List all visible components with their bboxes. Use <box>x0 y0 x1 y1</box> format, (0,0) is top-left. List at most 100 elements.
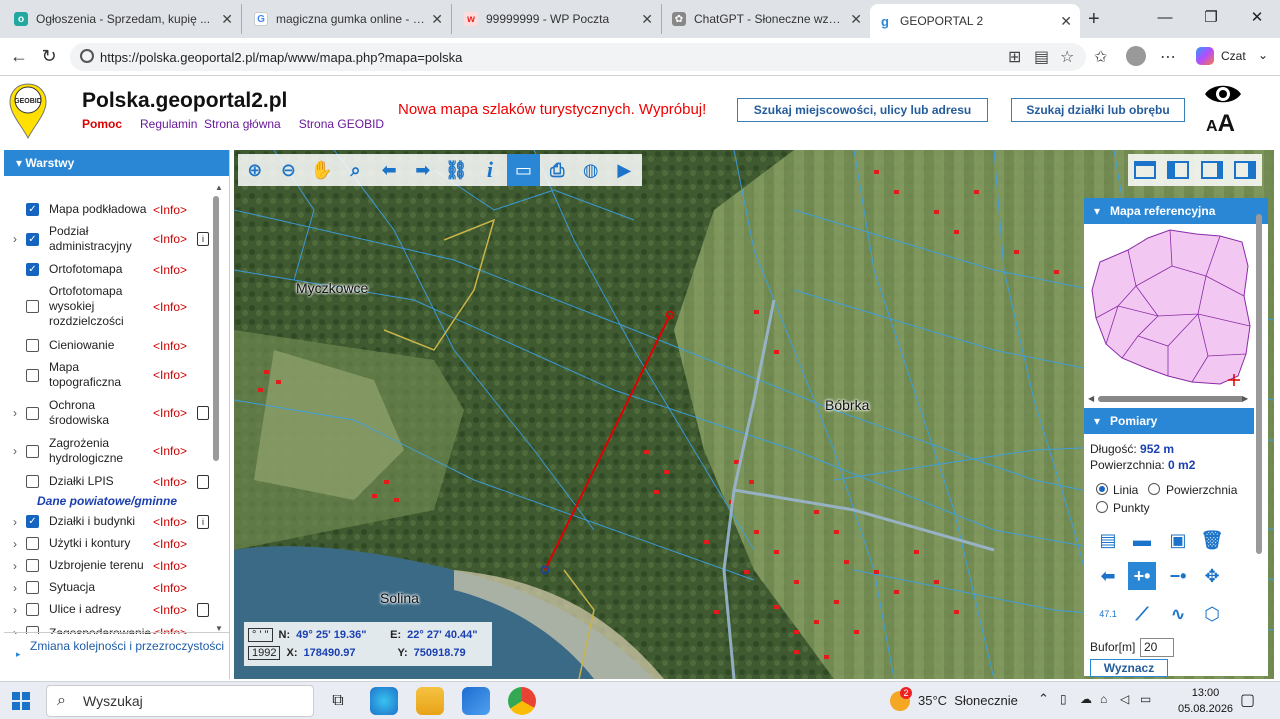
add-point-icon[interactable]: +• <box>1128 562 1156 590</box>
link-icon[interactable]: ⛓ <box>440 154 474 186</box>
layer-info-link[interactable]: <Info> <box>153 203 195 217</box>
app-icon[interactable]: ⊞ <box>1008 47 1021 67</box>
layers-panel-header[interactable]: ▾ Warstwy <box>4 150 229 176</box>
copilot-label[interactable]: Czat <box>1221 49 1246 63</box>
mode-area-radio[interactable] <box>1148 483 1160 495</box>
layer-info-link[interactable]: <Info> <box>153 475 195 489</box>
layout-split-icon[interactable] <box>1162 154 1196 186</box>
tray-chevron-icon[interactable]: ⌃ <box>1038 691 1049 707</box>
layer-checkbox[interactable]: ✓ <box>26 232 39 246</box>
video-camera-icon[interactable]: ▶ <box>608 154 642 186</box>
layer-row[interactable]: › Ulice i adresy <Info> <box>4 602 216 617</box>
url-field[interactable]: https://polska.geoportal2.pl/map/www/map… <box>70 43 1086 71</box>
mode-area-label[interactable]: Powierzchnia <box>1166 483 1237 497</box>
font-size-toggle[interactable]: AA <box>1206 110 1235 138</box>
layer-row[interactable]: › Sytuacja <Info> <box>4 580 216 595</box>
tray-cloud-icon[interactable]: ☁ <box>1080 692 1092 706</box>
layer-row[interactable]: › Użytki i kontury <Info> <box>4 536 216 551</box>
order-transparency-link[interactable]: ▸ Zmiana kolejności i przezroczystości <box>4 632 229 678</box>
refmap-header[interactable]: Mapa referencyjna <box>1084 198 1268 224</box>
task-view-icon[interactable]: ⧉ <box>324 687 352 715</box>
open-folder-icon[interactable]: ▬ <box>1128 526 1156 554</box>
chevron-down-icon[interactable]: ⌄ <box>1258 48 1268 62</box>
profile-wave-icon[interactable]: ∿ <box>1164 600 1192 628</box>
favorite-star-icon[interactable]: ☆ <box>1060 47 1074 67</box>
reload-icon[interactable]: ↻ <box>38 46 60 67</box>
tray-monitor-icon[interactable]: ▭ <box>1140 692 1151 706</box>
measure-ruler-icon[interactable]: ▭ <box>506 154 541 186</box>
promo-link[interactable]: Nowa mapa szlaków turystycznych. Wypróbu… <box>398 101 706 118</box>
zoom-out-icon[interactable]: ⊖ <box>272 154 306 186</box>
layer-info-link[interactable]: <Info> <box>153 559 195 573</box>
document-icon[interactable] <box>197 602 209 617</box>
pomiary-header[interactable]: Pomiary <box>1084 408 1254 434</box>
layer-row[interactable]: › ✓ Działki i budynki <Info> i <box>4 514 216 529</box>
layer-checkbox[interactable] <box>26 368 39 382</box>
minimize-icon[interactable]: — <box>1142 0 1188 36</box>
coord-unit-1992[interactable]: 1992 <box>248 646 281 660</box>
legend-info-icon[interactable]: i <box>197 514 209 529</box>
profile-avatar[interactable] <box>1126 46 1146 66</box>
windows-start-icon[interactable] <box>12 692 30 710</box>
layer-info-link[interactable]: <Info> <box>153 300 195 314</box>
layout-full-icon[interactable] <box>1128 154 1162 186</box>
scroll-right-icon[interactable]: ▶ <box>1242 394 1248 403</box>
mode-line-label[interactable]: Linia <box>1113 483 1138 497</box>
close-icon[interactable]: ✕ <box>641 11 653 28</box>
new-tab-icon[interactable]: + <box>1088 8 1100 31</box>
undo-arrow-icon[interactable]: ⬅ <box>1094 562 1122 590</box>
reference-map[interactable] <box>1088 226 1254 392</box>
layer-checkbox[interactable] <box>26 406 39 420</box>
print-icon[interactable]: ⎙ <box>540 154 574 186</box>
layer-checkbox[interactable] <box>26 559 39 572</box>
link-strona-geobid[interactable]: Strona GEOBID <box>299 117 384 131</box>
layer-info-link[interactable]: <Info> <box>153 603 195 617</box>
layer-checkbox[interactable]: ✓ <box>26 203 39 216</box>
back-icon[interactable]: ← <box>8 46 30 67</box>
expand-chevron-icon[interactable]: › <box>4 537 26 551</box>
layer-info-link[interactable]: <Info> <box>153 581 195 595</box>
close-icon[interactable]: ✕ <box>850 11 862 28</box>
coord-unit-dms[interactable]: ° ' " <box>248 628 273 642</box>
layer-row[interactable]: Cieniowanie <Info> <box>4 338 216 353</box>
tray-meet-icon[interactable]: ▯ <box>1060 692 1067 706</box>
layer-info-link[interactable]: <Info> <box>153 444 195 458</box>
mode-points-radio[interactable] <box>1096 501 1108 513</box>
geobid-logo[interactable]: GEOBID <box>8 82 48 140</box>
layer-info-link[interactable]: <Info> <box>153 537 195 551</box>
layer-row[interactable]: › Uzbrojenie terenu <Info> <box>4 558 216 573</box>
layout-export-icon[interactable] <box>1195 154 1229 186</box>
scroll-up-icon[interactable]: ▲ <box>215 183 223 192</box>
expand-chevron-icon[interactable]: › <box>4 559 26 573</box>
eye-icon[interactable] <box>1204 82 1242 106</box>
layer-checkbox[interactable] <box>26 603 39 616</box>
expand-chevron-icon[interactable]: › <box>4 232 26 246</box>
mode-line-radio[interactable] <box>1096 483 1108 495</box>
layer-checkbox[interactable]: ✓ <box>26 263 39 276</box>
save-icon[interactable]: ▣ <box>1164 526 1192 554</box>
document-icon[interactable] <box>197 406 209 420</box>
mode-points-label[interactable]: Punkty <box>1113 501 1150 515</box>
tab-google[interactable]: G magiczna gumka online - Szuk... ✕ <box>246 4 452 34</box>
expand-chevron-icon[interactable]: › <box>4 444 26 458</box>
file-explorer-icon[interactable] <box>416 687 444 715</box>
edge-icon[interactable] <box>370 687 398 715</box>
layer-checkbox[interactable] <box>26 300 39 313</box>
layer-checkbox[interactable] <box>26 537 39 550</box>
zoom-box-icon[interactable]: ⌕ <box>339 154 373 186</box>
compute-button[interactable]: Wyznacz <box>1090 659 1168 677</box>
label-value-icon[interactable]: 47.1 <box>1094 600 1122 628</box>
layer-info-link[interactable]: <Info> <box>153 515 195 529</box>
document-icon[interactable] <box>197 474 209 489</box>
search-place-button[interactable]: Szukaj miejscowości, ulicy lub adresu <box>737 98 988 122</box>
link-regulamin[interactable]: Regulamin <box>140 117 197 131</box>
weather-text[interactable]: 35°C Słonecznie <box>918 693 1018 708</box>
chrome-icon[interactable] <box>508 687 536 715</box>
close-window-icon[interactable]: ✕ <box>1234 0 1280 36</box>
tray-network-icon[interactable]: ⌂ <box>1100 692 1107 706</box>
layer-checkbox[interactable] <box>26 475 39 488</box>
more-icon[interactable]: ⋯ <box>1160 47 1176 67</box>
layer-row[interactable]: › ✓ Podział administracyjny <Info> i <box>4 224 216 254</box>
maximize-icon[interactable]: ❐ <box>1188 0 1234 36</box>
globe-icon[interactable]: ◍ <box>574 154 608 186</box>
